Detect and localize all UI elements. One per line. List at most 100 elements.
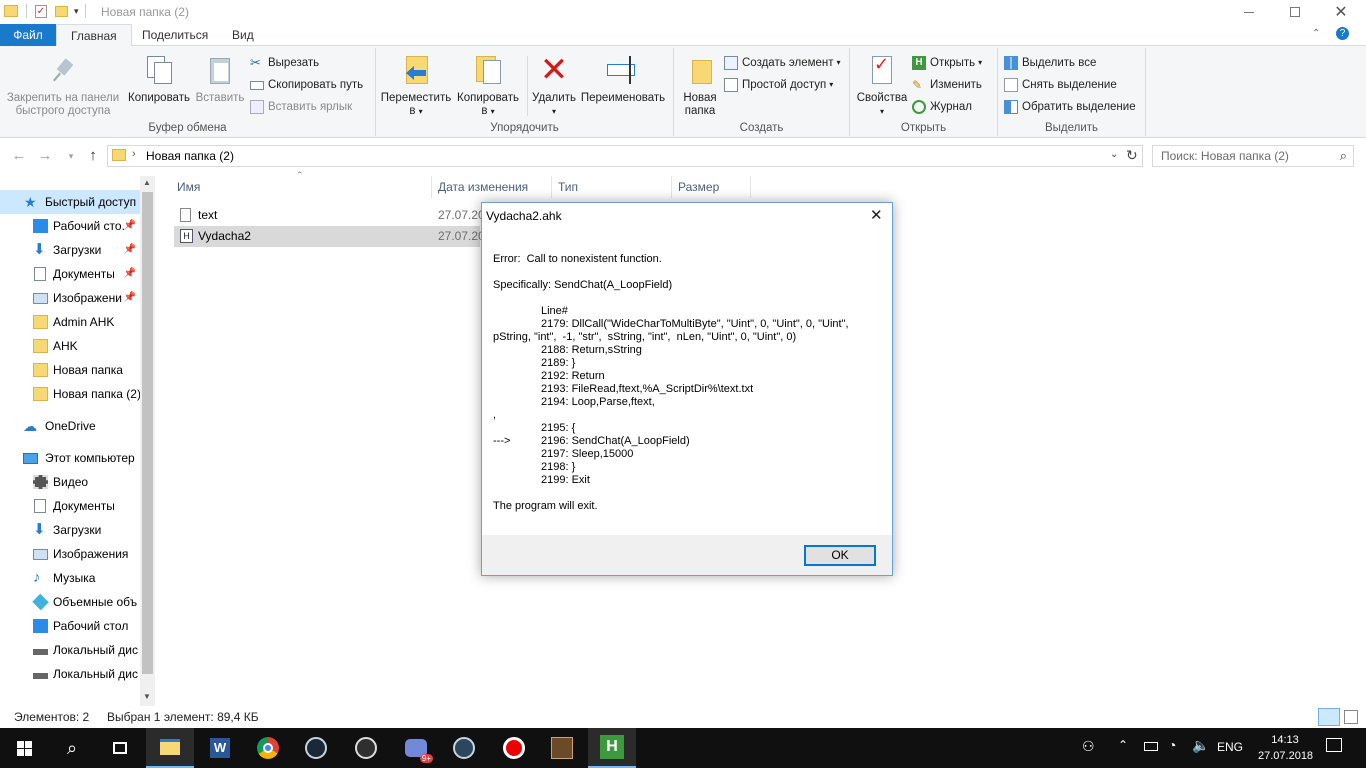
nav-scrollbar[interactable]: ▲ ▼ bbox=[140, 176, 155, 706]
close-button[interactable]: ✕ bbox=[1318, 0, 1364, 24]
nav-item-desktop-pc[interactable]: Рабочий стол bbox=[0, 614, 140, 638]
open-button[interactable]: H Открыть ▾ bbox=[912, 53, 982, 73]
nav-item-pictures[interactable]: Изображени 📌 bbox=[0, 286, 140, 310]
new-item-button[interactable]: Создать элемент ▾ bbox=[724, 53, 841, 73]
minimize-button[interactable] bbox=[1226, 0, 1272, 24]
taskbar-autohotkey[interactable]: H bbox=[588, 728, 636, 768]
recent-locations-button[interactable]: ▾ bbox=[60, 146, 82, 166]
column-date[interactable]: Дата изменения bbox=[432, 176, 552, 198]
nav-item-video[interactable]: Видео bbox=[0, 470, 140, 494]
scroll-up-icon[interactable]: ▲ bbox=[143, 178, 151, 187]
taskbar-obs[interactable] bbox=[342, 728, 390, 768]
nav-item-pictures-pc[interactable]: Изображения bbox=[0, 542, 140, 566]
column-size[interactable]: Размер bbox=[672, 176, 751, 198]
nav-item-onedrive[interactable]: ☁ OneDrive bbox=[0, 414, 140, 438]
search-button[interactable]: ⌕ bbox=[48, 728, 96, 768]
nav-item-this-pc[interactable]: Этот компьютер bbox=[0, 446, 140, 470]
scroll-down-icon[interactable]: ▼ bbox=[143, 692, 151, 701]
chevron-down-icon: ▾ bbox=[68, 151, 74, 161]
nav-item-desktop[interactable]: Рабочий сто. 📌 bbox=[0, 214, 140, 238]
tab-home[interactable]: Главная bbox=[56, 24, 132, 47]
show-hidden-icons[interactable]: ⌃ bbox=[1118, 738, 1128, 752]
nav-item-local-disk-2[interactable]: Локальный дис bbox=[0, 662, 140, 686]
delete-button[interactable]: ✕ Удалить ▾ bbox=[530, 53, 578, 118]
copy-path-icon bbox=[250, 80, 264, 90]
notification-icon[interactable] bbox=[1326, 738, 1342, 752]
pin-quick-access-button[interactable]: Закрепить на панели быстрого доступа bbox=[4, 54, 122, 118]
nav-item-music[interactable]: ♪ Музыка bbox=[0, 566, 140, 590]
help-icon[interactable]: ? bbox=[1336, 27, 1349, 40]
taskbar-steam[interactable] bbox=[292, 728, 340, 768]
nav-item-downloads[interactable]: ⬇ Загрузки 📌 bbox=[0, 238, 140, 262]
nav-item-admin-ahk[interactable]: Admin AHK bbox=[0, 310, 140, 334]
properties-button[interactable]: ✓ Свойства ▾ bbox=[854, 54, 910, 118]
cut-button[interactable]: ✂ Вырезать bbox=[250, 53, 319, 73]
taskbar-game[interactable] bbox=[538, 728, 586, 768]
invert-selection-button[interactable]: Обратить выделение bbox=[1004, 97, 1136, 117]
tab-share[interactable]: Поделиться bbox=[128, 24, 222, 46]
ok-button[interactable]: OK bbox=[804, 545, 876, 566]
move-to-button[interactable]: Переместить в ▾ bbox=[380, 54, 452, 118]
task-view-button[interactable] bbox=[96, 728, 144, 768]
nav-item-new-folder[interactable]: Новая папка bbox=[0, 358, 140, 382]
up-button[interactable]: ↑ bbox=[82, 146, 104, 166]
column-name[interactable]: Имя bbox=[171, 176, 432, 198]
copy-to-button[interactable]: Копировать в ▾ bbox=[454, 54, 522, 118]
edit-button[interactable]: ✎ Изменить bbox=[912, 75, 982, 95]
file-row-text[interactable]: text 27.07.20 bbox=[174, 205, 485, 226]
volume-icon[interactable]: 🔈 bbox=[1192, 737, 1209, 754]
wifi-icon[interactable]: ◔ bbox=[1168, 737, 1176, 753]
column-type[interactable]: Тип bbox=[552, 176, 672, 198]
copy-path-button[interactable]: Скопировать путь bbox=[250, 75, 363, 95]
rename-button[interactable]: Переименовать bbox=[578, 54, 668, 105]
dialog-close-icon[interactable]: ✕ bbox=[870, 203, 883, 229]
easy-access-button[interactable]: Простой доступ ▾ bbox=[724, 75, 833, 95]
file-row-vydacha2[interactable]: H Vydacha2 27.07.20 bbox=[174, 226, 485, 247]
taskbar-chrome[interactable] bbox=[244, 728, 292, 768]
details-view-icon[interactable] bbox=[1318, 708, 1340, 726]
taskbar-steam-2[interactable] bbox=[440, 728, 488, 768]
start-button[interactable] bbox=[0, 728, 48, 768]
language-indicator[interactable]: ENG bbox=[1217, 740, 1243, 754]
properties-icon[interactable]: ✓ bbox=[35, 4, 47, 18]
nav-item-ahk[interactable]: AHK bbox=[0, 334, 140, 358]
nav-item-3d-objects[interactable]: Объемные объ bbox=[0, 590, 140, 614]
large-icons-view-icon[interactable] bbox=[1344, 710, 1358, 724]
taskbar-word[interactable]: W bbox=[196, 728, 244, 768]
people-icon[interactable]: ⚇ bbox=[1082, 738, 1095, 755]
nav-item-documents[interactable]: Документы 📌 bbox=[0, 262, 140, 286]
scroll-thumb[interactable] bbox=[142, 192, 153, 674]
collapse-ribbon-icon[interactable]: ⌃ bbox=[1312, 28, 1320, 39]
new-folder-button[interactable]: Новая папка bbox=[678, 54, 722, 118]
new-folder-icon[interactable] bbox=[55, 5, 68, 17]
address-bar[interactable]: › Новая папка (2) ⌄ ↻ bbox=[107, 145, 1143, 167]
copy-button[interactable]: Копировать bbox=[126, 54, 192, 105]
nav-item-documents-pc[interactable]: Документы bbox=[0, 494, 140, 518]
select-none-button[interactable]: Снять выделение bbox=[1004, 75, 1117, 95]
address-dropdown-icon[interactable]: ⌄ bbox=[1110, 149, 1118, 160]
taskbar-explorer[interactable] bbox=[146, 728, 194, 768]
paste-button[interactable]: Вставить bbox=[194, 54, 246, 105]
nav-item-downloads-pc[interactable]: ⬇ Загрузки bbox=[0, 518, 140, 542]
nav-item-local-disk-1[interactable]: Локальный дис bbox=[0, 638, 140, 662]
taskbar-discord[interactable]: 9+ bbox=[392, 728, 440, 768]
battery-icon[interactable] bbox=[1144, 742, 1158, 751]
forward-button[interactable]: → bbox=[34, 146, 56, 166]
breadcrumb[interactable]: Новая папка (2) bbox=[146, 149, 234, 163]
minimize-icon bbox=[1244, 11, 1254, 13]
nav-label: OneDrive bbox=[45, 419, 96, 433]
nav-item-quick-access[interactable]: ★ Быстрый доступ bbox=[0, 190, 140, 214]
select-all-button[interactable]: Выделить все bbox=[1004, 53, 1096, 73]
paste-shortcut-button[interactable]: Вставить ярлык bbox=[250, 97, 352, 117]
maximize-button[interactable] bbox=[1272, 0, 1318, 24]
tab-file[interactable]: Файл bbox=[0, 24, 56, 46]
tab-view[interactable]: Вид bbox=[218, 24, 268, 46]
history-button[interactable]: Журнал bbox=[912, 97, 972, 117]
nav-item-new-folder-2[interactable]: Новая папка (2) bbox=[0, 382, 140, 406]
clock[interactable]: 14:13 27.07.2018 bbox=[1258, 732, 1313, 764]
back-button[interactable]: ← bbox=[8, 146, 30, 166]
taskbar-recorder[interactable] bbox=[490, 728, 538, 768]
search-input[interactable]: Поиск: Новая папка (2) ⌕ bbox=[1152, 145, 1354, 167]
chevron-down-icon[interactable]: ▾ bbox=[74, 6, 79, 17]
refresh-icon[interactable]: ↻ bbox=[1126, 147, 1138, 164]
